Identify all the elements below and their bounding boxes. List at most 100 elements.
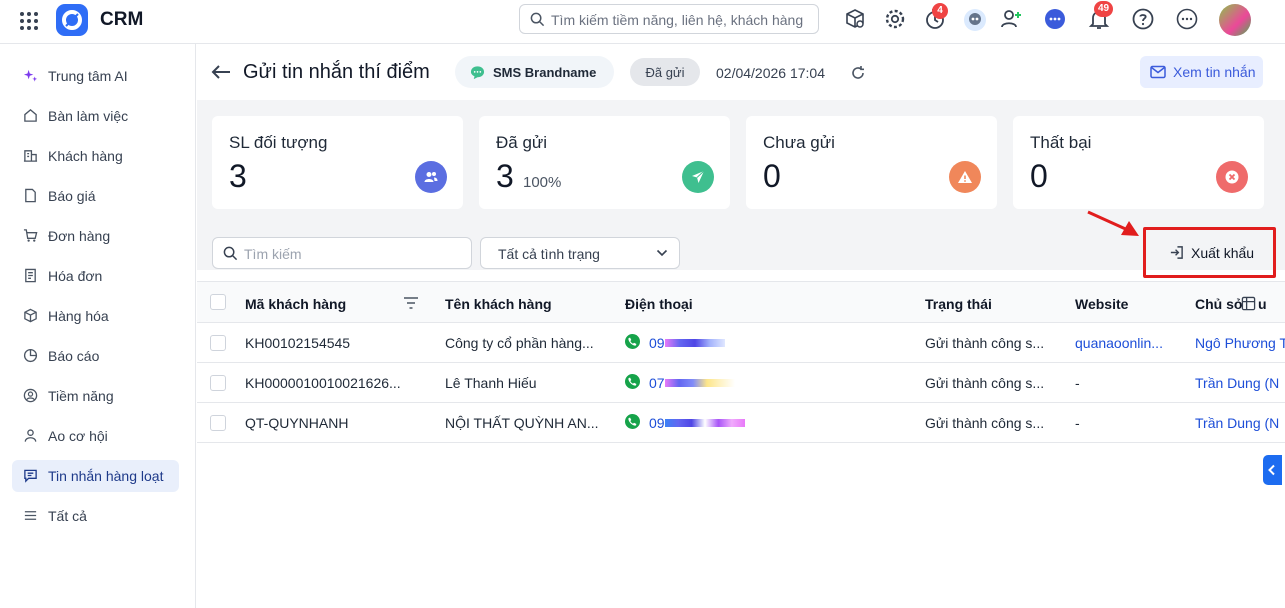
sidebar-item-invoices[interactable]: Hóa đơn xyxy=(12,260,179,292)
status-filter-select[interactable]: Tất cả tình trạng xyxy=(480,237,680,269)
export-button[interactable]: Xuất khẩu xyxy=(1158,237,1264,268)
user-avatar[interactable] xyxy=(1219,4,1251,36)
sparkle-icon xyxy=(23,69,38,82)
sidebar-item-workspace[interactable]: Bàn làm việc xyxy=(12,100,179,132)
help-icon[interactable] xyxy=(1131,7,1155,31)
customer-phone[interactable]: 07 xyxy=(649,375,665,391)
sidebar-item-quotes[interactable]: Báo giá xyxy=(12,180,179,212)
table-search-input[interactable]: Tìm kiếm xyxy=(212,237,472,269)
bot-avatar-icon[interactable] xyxy=(963,8,987,32)
table-header: Mã khách hàng Tên khách hàng Điện thoại … xyxy=(197,281,1285,323)
chat-icon[interactable] xyxy=(1043,7,1067,31)
column-settings-icon[interactable] xyxy=(1241,296,1256,311)
column-header-name[interactable]: Tên khách hàng xyxy=(445,296,552,312)
filter-icon[interactable] xyxy=(403,296,419,310)
owner-name[interactable]: Ngô Phương T xyxy=(1195,335,1285,351)
customer-code: KH0000010010021626... xyxy=(245,375,401,391)
table-row[interactable]: KH0000010010021626... Lê Thanh Hiếu 07 G… xyxy=(197,363,1285,403)
back-arrow-icon[interactable] xyxy=(210,62,232,82)
send-status: Gửi thành công s... xyxy=(925,375,1045,391)
column-header-owner-tail: u xyxy=(1258,296,1267,312)
sidebar: Trung tâm AI Bàn làm việc Khách hàng Báo… xyxy=(0,44,196,608)
row-checkbox[interactable] xyxy=(210,335,226,351)
masked-phone-digits xyxy=(665,379,735,387)
sidebar-item-label: Hóa đơn xyxy=(48,268,103,284)
export-icon xyxy=(1170,246,1183,259)
masked-phone-digits xyxy=(665,339,725,347)
phone-icon xyxy=(625,414,640,429)
send-status: Gửi thành công s... xyxy=(925,415,1045,431)
phone-icon xyxy=(625,374,640,389)
sidebar-item-label: Báo giá xyxy=(48,188,96,204)
sent-datetime: 02/04/2026 17:04 xyxy=(716,65,825,81)
notification-badge: 49 xyxy=(1094,1,1114,17)
sidebar-item-label: Ao cơ hội xyxy=(48,428,108,444)
side-panel-toggle[interactable] xyxy=(1263,455,1282,485)
status-filter-value: Tất cả tình trạng xyxy=(498,246,600,262)
sidebar-item-ai-center[interactable]: Trung tâm AI xyxy=(12,60,179,92)
stat-card-unsent: Chưa gửi 0 xyxy=(746,116,997,209)
owner-name[interactable]: Trần Dung (N xyxy=(1195,415,1279,431)
crm-logo xyxy=(56,4,88,36)
sidebar-item-label: Tiềm năng xyxy=(48,388,114,404)
chart-icon xyxy=(23,348,38,363)
view-messages-label: Xem tin nhắn xyxy=(1173,64,1256,80)
sidebar-item-leads[interactable]: Tiềm năng xyxy=(12,380,179,412)
sidebar-item-customers[interactable]: Khách hàng xyxy=(12,140,179,172)
view-messages-button[interactable]: Xem tin nhắn xyxy=(1140,56,1263,88)
stat-label: Thất bại xyxy=(1030,133,1092,152)
column-header-status[interactable]: Trạng thái xyxy=(925,296,992,312)
global-search-input[interactable]: Tìm kiếm tiềm năng, liên hệ, khách hàng xyxy=(519,4,819,34)
sidebar-item-all[interactable]: Tất cả xyxy=(12,500,179,532)
sidebar-item-reports[interactable]: Báo cáo xyxy=(12,340,179,372)
column-header-website[interactable]: Website xyxy=(1075,296,1128,312)
table-search-placeholder: Tìm kiếm xyxy=(244,246,302,262)
page-title: Gửi tin nhắn thí điểm xyxy=(243,61,430,83)
more-icon[interactable] xyxy=(1175,7,1199,31)
sidebar-item-label: Khách hàng xyxy=(48,148,123,164)
stat-value: 0 xyxy=(763,158,781,194)
export-label: Xuất khẩu xyxy=(1191,245,1255,261)
customer-name: Công ty cổ phần hàng... xyxy=(445,335,594,351)
document-icon xyxy=(25,188,36,203)
status-label: Đã gửi xyxy=(645,65,685,80)
column-header-phone[interactable]: Điện thoại xyxy=(625,296,693,312)
customer-phone[interactable]: 09 xyxy=(649,335,665,351)
gear-icon[interactable] xyxy=(883,7,907,31)
customer-code: QT-QUYNHANH xyxy=(245,415,349,431)
app-name: CRM xyxy=(100,9,144,30)
select-all-checkbox[interactable] xyxy=(210,294,226,310)
main-content: Gửi tin nhắn thí điểm SMS Brandname Đã g… xyxy=(197,44,1285,608)
sidebar-item-opportunities[interactable]: Ao cơ hội xyxy=(12,420,179,452)
row-checkbox[interactable] xyxy=(210,415,226,431)
menu-icon xyxy=(24,511,37,520)
error-icon xyxy=(1216,161,1248,193)
package-search-icon[interactable] xyxy=(843,7,867,31)
sidebar-item-label: Tất cả xyxy=(48,508,87,524)
chevron-down-icon xyxy=(656,249,668,257)
masked-phone-digits xyxy=(665,419,745,427)
table-row[interactable]: KH00102154545 Công ty cổ phần hàng... 09… xyxy=(197,323,1285,363)
customer-website[interactable]: quanaoonlin... xyxy=(1075,335,1163,351)
search-icon xyxy=(530,12,545,27)
owner-name[interactable]: Trần Dung (N xyxy=(1195,375,1279,391)
table-row[interactable]: QT-QUYNHANH NỘI THẤT QUỲNH AN... 09 Gửi … xyxy=(197,403,1285,443)
customer-phone[interactable]: 09 xyxy=(649,415,665,431)
building-icon xyxy=(23,150,38,162)
add-user-icon[interactable] xyxy=(999,7,1023,31)
column-header-owner[interactable]: Chủ sở hữu xyxy=(1195,296,1243,312)
sidebar-item-bulk-messages[interactable]: Tin nhắn hàng loạt xyxy=(12,460,179,492)
column-header-code[interactable]: Mã khách hàng xyxy=(245,296,346,312)
sidebar-item-label: Hàng hóa xyxy=(48,308,109,324)
refresh-icon[interactable] xyxy=(850,65,866,81)
stat-label: Đã gửi xyxy=(496,133,548,152)
stat-card-total: SL đối tượng 3 xyxy=(212,116,463,209)
chevron-left-icon xyxy=(1268,464,1275,476)
stat-card-failed: Thất bại 0 xyxy=(1013,116,1264,209)
channel-chip: SMS Brandname xyxy=(455,56,614,88)
sidebar-item-orders[interactable]: Đơn hàng xyxy=(12,220,179,252)
sidebar-item-products[interactable]: Hàng hóa xyxy=(12,300,179,332)
row-checkbox[interactable] xyxy=(210,375,226,391)
customer-website: - xyxy=(1075,415,1080,431)
app-grid-icon[interactable] xyxy=(18,10,40,32)
